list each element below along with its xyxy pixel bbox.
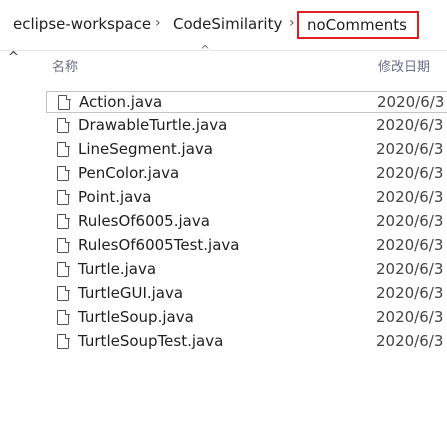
file-name: Action.java — [79, 93, 163, 111]
list-item[interactable]: LineSegment.java 2020/6/3 — [46, 139, 447, 161]
breadcrumb-item-eclipse-workspace[interactable]: eclipse-workspace — [13, 15, 151, 33]
list-item[interactable]: TurtleGUI.java 2020/6/3 — [46, 283, 447, 305]
file-name: Point.java — [78, 188, 152, 206]
list-item[interactable]: RulesOf6005.java 2020/6/3 — [46, 211, 447, 233]
file-name: DrawableTurtle.java — [78, 116, 228, 134]
file-name: TurtleSoupTest.java — [78, 332, 224, 350]
file-name: LineSegment.java — [78, 140, 213, 158]
file-name: Turtle.java — [78, 260, 157, 278]
breadcrumb-item-codesimilarity[interactable]: CodeSimilarity — [173, 15, 282, 33]
file-date: 2020/6/3 — [376, 236, 444, 254]
sort-ascending-icon: ^ — [200, 43, 211, 57]
breadcrumb-chevron-icon[interactable]: › — [289, 15, 295, 31]
file-icon — [57, 309, 70, 325]
column-header-modified[interactable]: 修改日期 — [378, 56, 430, 84]
breadcrumb: eclipse-workspace › CodeSimilarity › noC… — [0, 0, 447, 51]
file-date: 2020/6/3 — [376, 284, 444, 302]
up-caret-icon[interactable]: ^ — [8, 50, 19, 65]
file-icon — [57, 213, 70, 229]
breadcrumb-current-highlight[interactable]: noComments — [297, 11, 419, 39]
file-date: 2020/6/3 — [376, 188, 444, 206]
file-icon — [57, 285, 70, 301]
file-icon — [58, 94, 71, 110]
file-icon — [57, 237, 70, 253]
file-name: RulesOf6005.java — [78, 212, 210, 230]
list-item[interactable]: PenColor.java 2020/6/3 — [46, 163, 447, 185]
file-name: PenColor.java — [78, 164, 180, 182]
list-item[interactable]: DrawableTurtle.java 2020/6/3 — [46, 115, 447, 137]
list-item[interactable]: RulesOf6005Test.java 2020/6/3 — [46, 235, 447, 257]
column-header-name[interactable]: 名称 — [52, 56, 78, 84]
file-date: 2020/6/3 — [376, 116, 444, 134]
list-item[interactable]: TurtleSoupTest.java 2020/6/3 — [46, 331, 447, 353]
file-icon — [57, 333, 70, 349]
list-item[interactable]: Turtle.java 2020/6/3 — [46, 259, 447, 281]
file-date: 2020/6/3 — [377, 93, 445, 111]
list-item[interactable]: Point.java 2020/6/3 — [46, 187, 447, 209]
file-date: 2020/6/3 — [376, 332, 444, 350]
list-item[interactable]: Action.java 2020/6/3 — [46, 91, 447, 113]
file-name: RulesOf6005Test.java — [78, 236, 240, 254]
file-name: TurtleSoup.java — [78, 308, 194, 326]
file-date: 2020/6/3 — [376, 308, 444, 326]
breadcrumb-chevron-icon[interactable]: › — [155, 15, 161, 31]
file-icon — [57, 117, 70, 133]
file-name: TurtleGUI.java — [78, 284, 184, 302]
file-date: 2020/6/3 — [376, 140, 444, 158]
file-icon — [57, 189, 70, 205]
list-item[interactable]: TurtleSoup.java 2020/6/3 — [46, 307, 447, 329]
file-date: 2020/6/3 — [376, 260, 444, 278]
file-icon — [57, 261, 70, 277]
file-icon — [57, 165, 70, 181]
file-date: 2020/6/3 — [376, 212, 444, 230]
breadcrumb-item-nocomments[interactable]: noComments — [307, 16, 407, 34]
file-date: 2020/6/3 — [376, 164, 444, 182]
file-icon — [57, 141, 70, 157]
